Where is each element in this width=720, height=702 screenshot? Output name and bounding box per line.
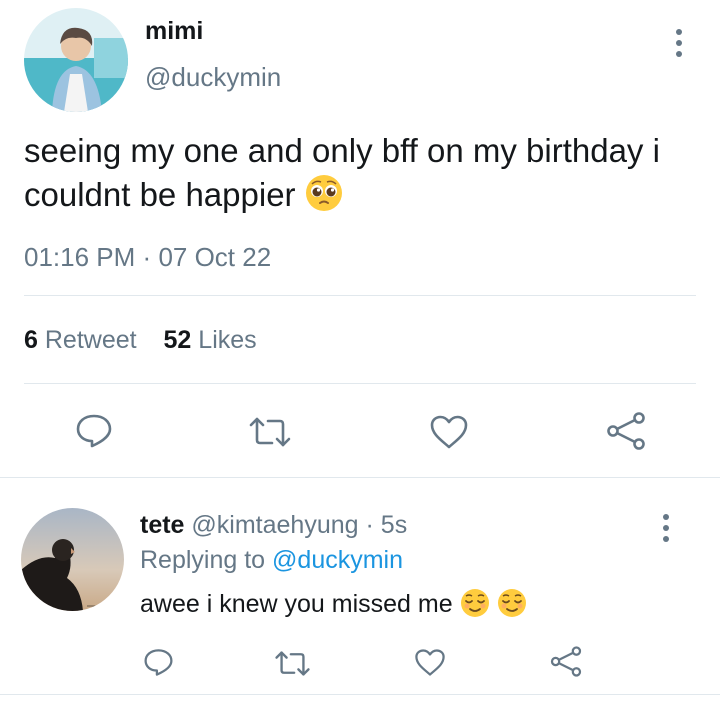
author-avatar[interactable] (24, 8, 128, 112)
replying-to-label: Replying to (140, 546, 266, 574)
retweet-label: Retweet (44, 326, 137, 354)
reply-more-options-icon[interactable] (661, 514, 671, 542)
divider (0, 694, 720, 695)
pleading-face-emoji (305, 175, 343, 213)
reply-like-icon[interactable] (414, 648, 446, 677)
more-options-icon[interactable] (674, 29, 684, 57)
relieved-face-emoji (460, 589, 497, 618)
share-icon[interactable] (606, 412, 646, 450)
reply-handle[interactable]: @kimtaehyung (191, 511, 358, 539)
timestamp-separator: · (142, 242, 152, 272)
reply-text-content: awee i knew you missed me (140, 590, 453, 618)
tweet-time: 01:16 PM (24, 242, 136, 272)
author-handle[interactable]: @duckymin (145, 62, 281, 93)
reply-share-icon[interactable] (550, 646, 582, 677)
divider (24, 383, 696, 384)
replying-to-handle[interactable]: @duckymin (272, 546, 403, 574)
tweet-text: seeing my one and only bff on my birthda… (24, 129, 664, 217)
like-icon[interactable] (429, 414, 469, 450)
engagement-stats: 6 Retweet 52 Likes (24, 326, 257, 355)
retweet-icon[interactable] (248, 416, 292, 448)
reply-reply-icon[interactable] (143, 648, 174, 677)
reply-retweet-icon[interactable] (274, 650, 311, 677)
reply-display-name[interactable]: tete (140, 511, 184, 539)
tweet-date: 07 Oct 22 (158, 242, 272, 272)
section-divider (0, 477, 720, 478)
retweet-stat[interactable]: 6 Retweet (24, 326, 144, 354)
reply-time-ago: 5s (380, 511, 408, 539)
reply-text: awee i knew you missed me (140, 588, 527, 619)
author-display-name[interactable]: mimi (145, 17, 203, 46)
divider (24, 295, 696, 296)
reply-author-avatar[interactable] (21, 508, 124, 611)
likes-label: Likes (198, 326, 257, 354)
likes-stat[interactable]: 52 Likes (164, 326, 257, 354)
likes-count: 52 (163, 326, 192, 354)
reply-separator: · (365, 511, 374, 539)
reply-icon[interactable] (75, 413, 113, 449)
relieved-face-emoji (497, 589, 527, 618)
retweet-count: 6 (24, 326, 38, 354)
tweet-timestamp[interactable]: 01:16 PM · 07 Oct 22 (24, 242, 271, 273)
replying-to: Replying to @duckymin (140, 546, 403, 575)
reply-header: tete @kimtaehyung · 5s (140, 511, 407, 540)
